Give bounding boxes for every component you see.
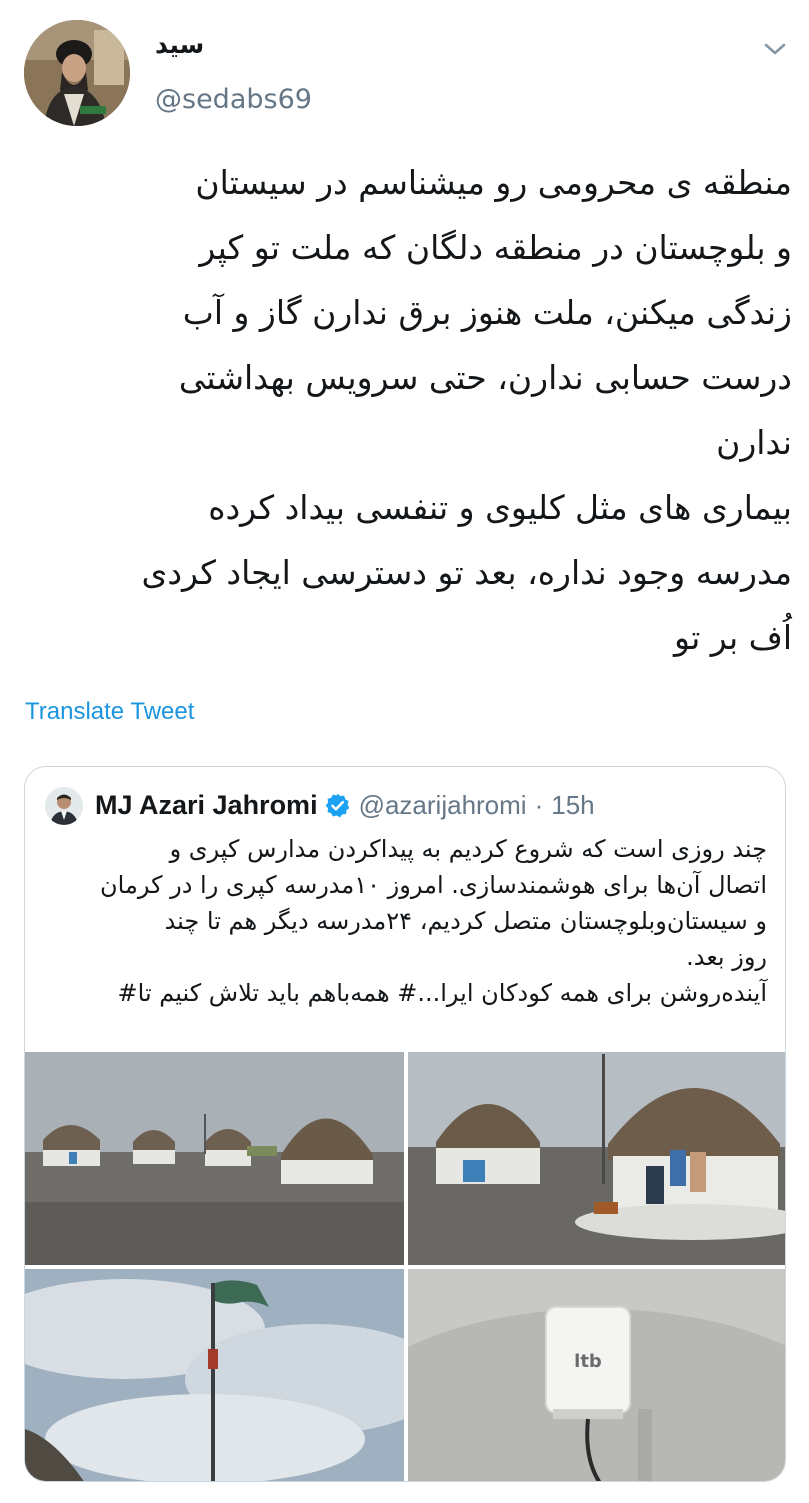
- media-photo-flag-sky[interactable]: [25, 1269, 404, 1481]
- quoted-tweet-text: چند روزی است که شروع کردیم به پیداکردن م…: [32, 831, 767, 1011]
- tweet-text-line: زندگی میکنن، ملت هنوز برق ندارن گاز و آب: [182, 293, 792, 332]
- quoted-text-line: اتصال آن‌ها برای هوشمندسازی. امروز ۱۰مدر…: [100, 871, 767, 899]
- tweet-text-line: مدرسه وجود نداره، بعد تو دسترسی ایجاد کر…: [141, 553, 792, 592]
- quoted-text-line: چند روزی است که شروع کردیم به پیداکردن م…: [169, 835, 767, 863]
- tweet-text-line: و بلوچستان در منطقه دلگان که ملت تو کپر: [199, 228, 792, 267]
- verified-badge-icon: [324, 792, 351, 819]
- quoted-text-line: و سیستان‌وبلوچستان متصل کردیم، ۲۴مدرسه د…: [164, 907, 767, 935]
- tweet-text-line: ندارن: [716, 423, 792, 462]
- tweet-text-line: منطقه ی محرومی رو میشناسم در سیستان: [195, 163, 792, 202]
- svg-text:ltb: ltb: [574, 1351, 602, 1372]
- quoted-author-name[interactable]: MJ Azari Jahromi: [95, 790, 318, 821]
- quoted-author-avatar[interactable]: [45, 787, 83, 825]
- media-photo-hut-people[interactable]: [408, 1052, 785, 1265]
- author-avatar[interactable]: [24, 20, 130, 126]
- quoted-timestamp[interactable]: 15h: [551, 790, 594, 821]
- media-grid: ltb: [25, 1052, 785, 1481]
- quoted-tweet-card[interactable]: MJ Azari Jahromi @azarijahromi · 15h چند…: [24, 766, 786, 1482]
- quoted-author-handle[interactable]: @azarijahromi: [359, 790, 527, 821]
- media-photo-router[interactable]: ltb: [408, 1269, 785, 1481]
- header-separator: ·: [534, 789, 544, 820]
- quoted-text-line: روز بعد.: [686, 943, 767, 971]
- media-photo-huts-wide[interactable]: [25, 1052, 404, 1265]
- quoted-tweet-header: MJ Azari Jahromi @azarijahromi · 15h: [95, 787, 595, 823]
- author-handle[interactable]: @sedabs69: [155, 84, 312, 115]
- tweet-text-line: بیماری های مثل کلیوی و تنفسی بیداد کرده: [208, 488, 792, 527]
- tweet-text: منطقه ی محرومی رو میشناسم در سیستان و بل…: [22, 150, 792, 670]
- translate-tweet-link[interactable]: Translate Tweet: [25, 698, 194, 726]
- quoted-text-line: آینده‌روشن برای همه کودکان ایرا...# همه‌…: [117, 979, 767, 1007]
- chevron-down-icon[interactable]: [762, 38, 788, 60]
- tweet-text-line: اُف بر تو: [674, 618, 792, 657]
- author-display-name[interactable]: سید: [155, 30, 204, 59]
- tweet-text-line: درست حسابی ندارن، حتی سرویس بهداشتی: [178, 358, 792, 397]
